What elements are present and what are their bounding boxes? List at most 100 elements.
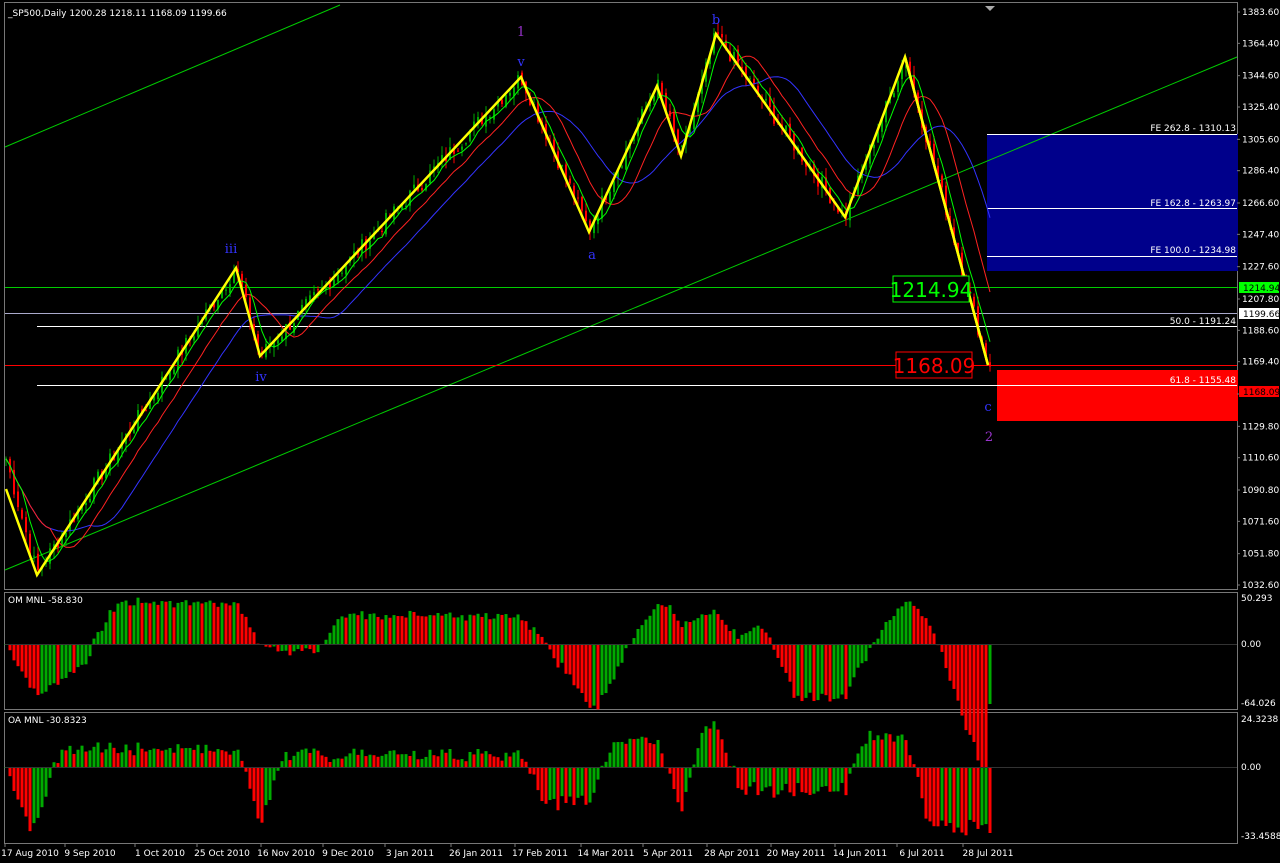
histogram-bar — [888, 734, 892, 767]
histogram-bar — [336, 619, 340, 644]
histogram-bar — [480, 616, 484, 644]
histogram-bar — [300, 644, 304, 651]
price-label: 1286.40 — [1242, 167, 1279, 177]
histogram-bar — [760, 628, 764, 644]
histogram-bar — [12, 644, 16, 661]
histogram-bar — [804, 767, 808, 793]
histogram-bar — [484, 613, 488, 644]
histogram-bar — [624, 743, 628, 767]
histogram-bar — [364, 619, 368, 644]
oa-title: OA MNL -30.8323 — [8, 716, 87, 726]
histogram-bar — [784, 767, 788, 784]
histogram-bar — [812, 644, 816, 702]
candle-body — [341, 272, 343, 274]
histogram-bar — [956, 644, 960, 701]
candle-body — [661, 82, 663, 96]
histogram-bar — [820, 644, 824, 694]
candle-body — [333, 279, 335, 286]
histogram-bar — [424, 756, 428, 767]
price-label: 1227.60 — [1242, 263, 1279, 273]
histogram-bar — [516, 750, 520, 767]
histogram-bar — [692, 764, 696, 767]
wave-label-iv: iv — [255, 370, 267, 385]
candle-body — [673, 113, 675, 133]
histogram-bar — [252, 632, 256, 644]
histogram-bar — [148, 603, 152, 644]
histogram-bar — [668, 605, 672, 644]
histogram-bar — [720, 619, 724, 644]
histogram-bar — [332, 625, 336, 644]
histogram-bar — [56, 644, 60, 685]
histogram-bar — [552, 644, 556, 659]
histogram-bar — [212, 602, 216, 644]
histogram-bar — [604, 644, 608, 694]
histogram-bar — [76, 749, 80, 767]
candle-body — [789, 123, 791, 137]
histogram-bar — [108, 610, 112, 644]
histogram-bar — [496, 757, 500, 767]
histogram-bar — [712, 609, 716, 644]
candle-body — [493, 109, 495, 120]
histogram-bar — [600, 644, 604, 695]
histogram-bar — [684, 767, 688, 792]
date-label: 26 Jan 2011 — [449, 849, 503, 859]
histogram-bar — [144, 751, 148, 767]
histogram-bar — [512, 617, 516, 644]
histogram-bar — [140, 602, 144, 644]
histogram-bar — [180, 602, 184, 644]
histogram-bar — [432, 615, 436, 644]
histogram-bar — [968, 644, 972, 735]
histogram-bar — [68, 745, 72, 767]
histogram-bar — [744, 633, 748, 644]
histogram-bar — [752, 767, 756, 783]
candle-body — [893, 93, 895, 98]
histogram-bar — [756, 625, 760, 644]
histogram-bar — [792, 767, 796, 797]
histogram-bar — [824, 767, 828, 787]
histogram-bar — [932, 767, 936, 827]
histogram-bar — [60, 749, 64, 767]
histogram-bar — [652, 609, 656, 644]
price-label: 1169.40 — [1242, 358, 1279, 368]
histogram-bar — [980, 644, 984, 771]
histogram-bar — [96, 742, 100, 767]
histogram-bar — [240, 613, 244, 644]
histogram-bar — [296, 751, 300, 767]
histogram-bar — [708, 728, 712, 767]
histogram-bar — [644, 737, 648, 767]
histogram-bar — [184, 600, 188, 644]
price-label: 1325.40 — [1242, 103, 1279, 113]
histogram-bar — [748, 767, 752, 787]
histogram-bar — [696, 748, 700, 767]
histogram-bar — [128, 750, 132, 767]
histogram-bar — [688, 622, 692, 644]
histogram-bar — [80, 644, 84, 665]
histogram-bar — [468, 614, 472, 644]
histogram-bar — [288, 644, 292, 656]
histogram-bar — [244, 616, 248, 644]
histogram-bar — [896, 735, 900, 767]
histogram-bar — [520, 758, 524, 767]
histogram-bar — [720, 739, 724, 767]
candle-body — [577, 197, 579, 199]
histogram-bar — [760, 767, 764, 792]
histogram-bar — [588, 767, 592, 803]
histogram-bar — [976, 767, 980, 829]
histogram-bar — [724, 752, 728, 767]
histogram-bar — [532, 627, 536, 644]
histogram-bar — [80, 745, 84, 767]
histogram-bar — [784, 644, 788, 673]
candle-body — [509, 92, 511, 96]
oa-label-zero: 0.00 — [1241, 763, 1261, 773]
histogram-bar — [920, 767, 924, 799]
candle-body — [37, 553, 39, 570]
histogram-bar — [180, 748, 184, 767]
histogram-bar — [900, 734, 904, 767]
histogram-bar — [600, 765, 604, 767]
histogram-bar — [940, 767, 944, 821]
histogram-bar — [124, 600, 128, 644]
histogram-bar — [420, 616, 424, 644]
histogram-bar — [328, 761, 332, 767]
histogram-bar — [752, 627, 756, 644]
x-axis: 17 Aug 2010 9 Sep 2010 1 Oct 2010 25 Oct 20… — [1, 843, 1013, 859]
